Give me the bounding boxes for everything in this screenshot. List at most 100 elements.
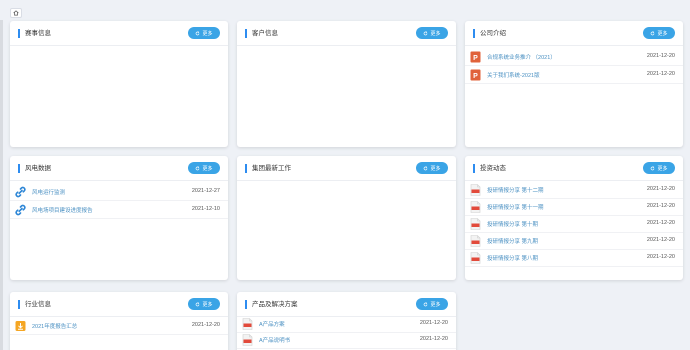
card-header: 公司介绍 更多 — [465, 21, 683, 46]
refresh-icon — [196, 301, 200, 306]
list-item[interactable]: 投研情报分享 第八期 2021-12-20 — [465, 249, 683, 267]
ppt-icon: P — [470, 69, 481, 81]
list-item-date: 2021-12-20 — [646, 220, 675, 226]
list-item[interactable]: 投研情报分享 第十二期 2021-12-20 — [465, 181, 683, 199]
list-item-title[interactable]: 投研情报分享 第十一期 — [487, 203, 544, 211]
list-item-title[interactable]: A产品方案 — [259, 320, 285, 328]
more-button-label: 更多 — [202, 30, 213, 37]
refresh-icon — [196, 30, 200, 35]
list-item[interactable]: 投研情报分享 第十期 2021-12-20 — [465, 215, 683, 233]
list-item-title[interactable]: 2021年度报告汇总 — [32, 322, 77, 330]
card-panel: 公司介绍 更多 P 合规系统业务推介 （2021） 2021-12-20 P 关于我们系统-… — [465, 21, 683, 147]
ppt-icon: P — [470, 51, 481, 63]
list-item-title[interactable]: 关于我们系统-2021版 — [487, 71, 540, 79]
card-title: 赛事信息 — [18, 29, 51, 38]
card-title: 风电数据 — [18, 164, 51, 173]
list-item-title[interactable]: 投研情报分享 第八期 — [487, 254, 538, 262]
more-button[interactable]: 更多 — [188, 27, 220, 39]
card-panel: 客户信息 更多 — [237, 21, 456, 147]
more-button[interactable]: 更多 — [416, 27, 448, 39]
list-item[interactable]: P 合规系统业务推介 （2021） 2021-12-20 — [465, 48, 683, 66]
more-button[interactable]: 更多 — [643, 162, 675, 174]
list-item-date: 2021-12-20 — [419, 336, 448, 342]
list-item[interactable]: P 关于我们系统-2021版 2021-12-20 — [465, 66, 683, 84]
card-title: 集团最新工作 — [245, 164, 291, 173]
refresh-icon — [424, 30, 428, 35]
more-button[interactable]: 更多 — [188, 298, 220, 310]
card-title: 行业信息 — [18, 300, 51, 309]
more-button[interactable]: 更多 — [416, 162, 448, 174]
list-item-title[interactable]: 合规系统业务推介 （2021） — [487, 53, 556, 61]
list-item-title[interactable]: 投研情报分享 第十二期 — [487, 186, 544, 194]
left-scroll-strip — [0, 20, 3, 350]
pdf-icon — [242, 334, 253, 346]
list-item-date: 2021-12-20 — [646, 71, 675, 77]
card-header: 产品及解决方案 更多 — [237, 292, 456, 317]
refresh-icon — [424, 165, 428, 170]
list-item-title[interactable]: 风电场项目建设进度报告 — [32, 206, 93, 214]
refresh-icon — [196, 165, 200, 170]
card-title: 公司介绍 — [473, 29, 506, 38]
list-item[interactable]: 风电场项目建设进度报告 2021-12-10 — [10, 201, 228, 219]
pdf-icon — [470, 235, 481, 247]
link-icon — [15, 186, 26, 198]
more-button-label: 更多 — [430, 30, 441, 37]
refresh-icon — [651, 165, 655, 170]
card-header: 客户信息 更多 — [237, 21, 456, 46]
download-icon — [15, 320, 26, 332]
list-item[interactable]: A产品说明书 2021-12-20 — [237, 331, 456, 349]
more-button-label: 更多 — [430, 165, 441, 172]
more-button-label: 更多 — [430, 301, 441, 308]
card-title: 投资动态 — [473, 164, 506, 173]
more-button-label: 更多 — [202, 301, 213, 308]
list-item-date: 2021-12-20 — [646, 237, 675, 243]
card-header: 投资动态 更多 — [465, 156, 683, 181]
list-item[interactable]: 2021年度报告汇总 2021-12-20 — [10, 317, 228, 335]
list-item-date: 2021-12-20 — [646, 53, 675, 59]
pdf-icon — [470, 201, 481, 213]
pdf-icon — [470, 252, 481, 264]
list-item-date: 2021-12-27 — [191, 188, 220, 194]
card-title: 客户信息 — [245, 29, 278, 38]
list-item-title[interactable]: A产品说明书 — [259, 336, 290, 344]
card-panel: 行业信息 更多 2021年度报告汇总 2021-12-20 — [10, 292, 228, 350]
refresh-icon — [651, 30, 655, 35]
home-button[interactable] — [10, 8, 22, 18]
list-item-date: 2021-12-10 — [191, 206, 220, 212]
list-item-date: 2021-12-20 — [419, 320, 448, 326]
list-item-title[interactable]: 投研情报分享 第十期 — [487, 220, 538, 228]
card-panel: 集团最新工作 更多 — [237, 156, 456, 280]
list-item-date: 2021-12-20 — [646, 203, 675, 209]
card-title: 产品及解决方案 — [245, 300, 298, 309]
link-icon — [15, 204, 26, 216]
svg-text:P: P — [473, 73, 478, 80]
pdf-icon — [470, 218, 481, 230]
list-item-date: 2021-12-20 — [646, 254, 675, 260]
card-header: 赛事信息 更多 — [10, 21, 228, 46]
list-item-date: 2021-12-20 — [646, 186, 675, 192]
home-icon — [13, 10, 19, 16]
more-button-label: 更多 — [657, 30, 668, 37]
more-button-label: 更多 — [202, 165, 213, 172]
more-button[interactable]: 更多 — [643, 27, 675, 39]
card-header: 风电数据 更多 — [10, 156, 228, 181]
more-button-label: 更多 — [657, 165, 668, 172]
refresh-icon — [424, 301, 428, 306]
list-item[interactable]: 投研情报分享 第九期 2021-12-20 — [465, 232, 683, 250]
card-header: 集团最新工作 更多 — [237, 156, 456, 181]
more-button[interactable]: 更多 — [416, 298, 448, 310]
list-item[interactable]: 风电运行监测 2021-12-27 — [10, 183, 228, 201]
list-item[interactable]: 投研情报分享 第十一期 2021-12-20 — [465, 198, 683, 216]
card-panel: 投资动态 更多投研情报分享 第十二期 2021-12-20 投研情报分享 第十一期 20… — [465, 156, 683, 280]
card-panel: 赛事信息 更多 — [10, 21, 228, 147]
card-panel: 风电数据 更多风电运行监测 2021-12-27 风电场项目建设进度报告 2021-12… — [10, 156, 228, 280]
list-item-date: 2021-12-20 — [191, 322, 220, 328]
more-button[interactable]: 更多 — [188, 162, 220, 174]
pdf-icon — [470, 184, 481, 196]
svg-text:P: P — [473, 55, 478, 62]
list-item-title[interactable]: 投研情报分享 第九期 — [487, 237, 538, 245]
pdf-icon — [242, 318, 253, 330]
list-item-title[interactable]: 风电运行监测 — [32, 188, 65, 196]
card-header: 行业信息 更多 — [10, 292, 228, 317]
card-panel: 产品及解决方案 更多 A产品方案 2021-12-20 A产品说明书 2021-12-20 — [237, 292, 456, 350]
